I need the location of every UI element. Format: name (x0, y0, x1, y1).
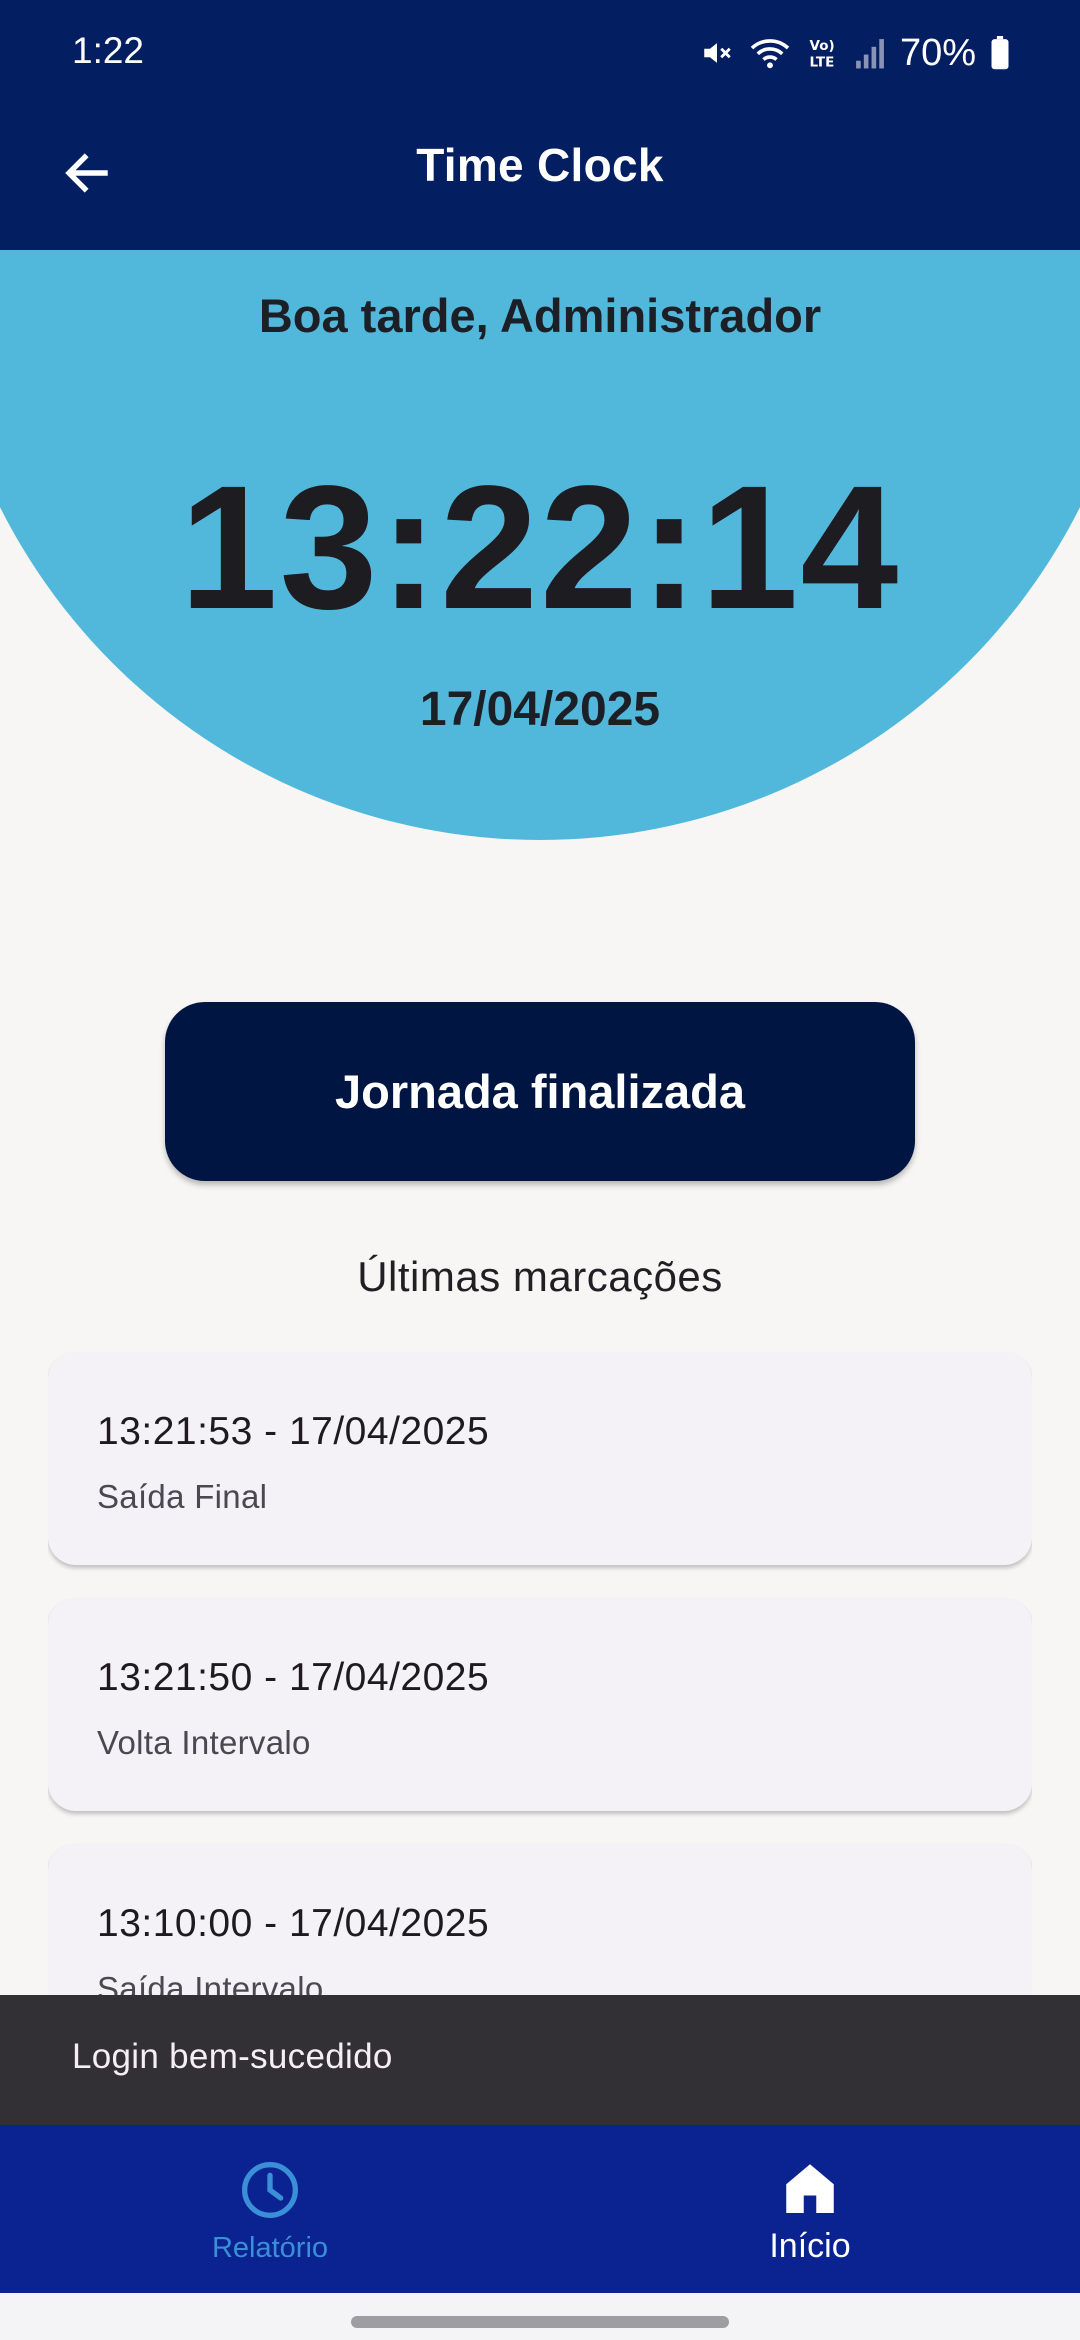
svg-text:LTE: LTE (809, 55, 834, 71)
battery-percent: 70% (899, 31, 976, 74)
clock-hero: Boa tarde, Administrador 13:22:14 17/04/… (0, 250, 1080, 840)
date-display: 17/04/2025 (419, 683, 661, 736)
status-icons: Vo) LTE 70% (700, 28, 1010, 78)
status-time: 1:22 (72, 30, 145, 71)
snackbar: Login bem-sucedido (0, 1995, 1080, 2125)
record-datetime: 13:21:53 - 17/04/2025 (97, 1410, 490, 1453)
workday-status-button[interactable]: Jornada finalizada (165, 1002, 915, 1181)
volte-icon: Vo) LTE (806, 35, 840, 71)
record-datetime: 13:10:00 - 17/04/2025 (97, 1902, 490, 1945)
records-title: Últimas marcações (357, 1253, 723, 1300)
app-bar: Time Clock (0, 108, 1080, 250)
nav-item-relatorio[interactable]: Relatório (0, 2125, 540, 2293)
home-icon (540, 2158, 1080, 2218)
nav-item-inicio[interactable]: Início (540, 2125, 1080, 2293)
bottom-nav: Relatório Início (0, 2125, 1080, 2293)
mute-icon (700, 36, 734, 70)
records-list[interactable]: 13:21:53 - 17/04/2025 Saída Final 13:21:… (48, 1352, 1032, 1995)
snackbar-message: Login bem-sucedido (72, 2037, 393, 2076)
record-datetime: 13:21:50 - 17/04/2025 (97, 1656, 490, 1699)
record-type: Saída Final (97, 1478, 268, 1515)
page-title: Time Clock (416, 139, 664, 191)
greeting-text: Boa tarde, Administrador (258, 289, 822, 342)
record-card[interactable]: 13:10:00 - 17/04/2025 Saída Intervalo (48, 1844, 1032, 1995)
nav-label: Relatório (211, 2232, 329, 2264)
nav-label: Início (769, 2227, 851, 2265)
battery-icon (990, 36, 1010, 70)
clock-icon (0, 2158, 540, 2222)
clock-display: 13:22:14 (179, 450, 901, 646)
status-bar: 1:22 Vo) LTE 70% (0, 0, 1080, 108)
signal-icon (854, 36, 886, 70)
gesture-area (0, 2293, 1080, 2340)
record-card[interactable]: 13:21:50 - 17/04/2025 Volta Intervalo (48, 1598, 1032, 1811)
record-card[interactable]: 13:21:53 - 17/04/2025 Saída Final (48, 1352, 1032, 1565)
wifi-icon (748, 35, 792, 71)
gesture-handle[interactable] (351, 2316, 729, 2328)
record-type: Volta Intervalo (97, 1724, 311, 1761)
svg-text:Vo): Vo) (809, 38, 834, 54)
record-type: Saída Intervalo (97, 1970, 324, 1995)
